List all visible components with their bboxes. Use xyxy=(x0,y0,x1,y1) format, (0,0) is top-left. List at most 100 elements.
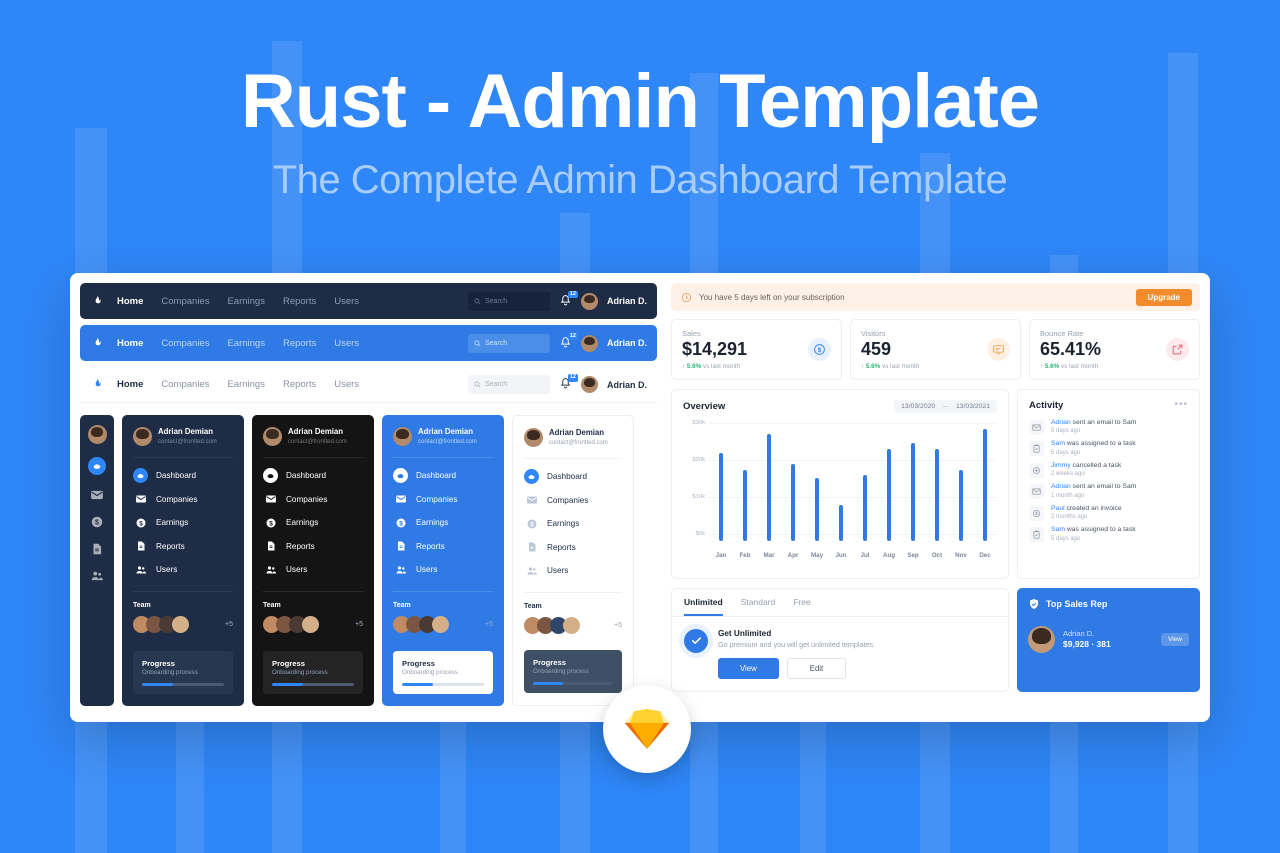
avatar[interactable] xyxy=(87,425,107,444)
users-icon[interactable] xyxy=(90,569,104,583)
divider xyxy=(524,592,622,593)
sidebar-item-earnings[interactable]: $ Earnings xyxy=(393,515,493,530)
more-horizontal-icon[interactable]: ••• xyxy=(1174,400,1188,410)
search-input[interactable]: Search xyxy=(467,291,550,311)
sidebar-item-reports[interactable]: Reports xyxy=(133,539,233,554)
team-avatars[interactable]: +5 xyxy=(393,616,493,633)
navbar-blue[interactable]: Home Companies Earnings Reports Users Se… xyxy=(80,325,657,361)
activity-item[interactable]: $ Paul created an invoice 2 months ago xyxy=(1029,505,1188,521)
sidebar-nav: Dashboard Companies $ Earnings Reports U… xyxy=(133,468,233,577)
sidebar-item-reports[interactable]: Reports xyxy=(524,540,622,555)
activity-item[interactable]: Adrian sent an email to Sam 1 month ago xyxy=(1029,483,1188,500)
users-icon xyxy=(263,562,278,577)
activity-item[interactable]: Sam was assigned to a task 5 days ago xyxy=(1029,526,1188,543)
navbar-right-blue: Search 12 Adrian D. xyxy=(467,332,647,353)
sidebar-item-earnings[interactable]: $ Earnings xyxy=(133,515,233,530)
sidebar-user[interactable]: Adrian Demian contact@frontted.com xyxy=(263,427,363,446)
activity-actor: Adrian xyxy=(1051,418,1071,426)
sidebar-item-companies[interactable]: Companies xyxy=(524,493,622,508)
mail-icon xyxy=(524,493,539,508)
notifications-button[interactable]: 12 xyxy=(559,374,578,392)
activity-item[interactable]: Sam was assigned to a task 5 days ago xyxy=(1029,440,1188,457)
notification-badge: 12 xyxy=(567,374,578,382)
tab-free[interactable]: Free xyxy=(793,597,810,616)
tab-unlimited[interactable]: Unlimited xyxy=(684,597,723,616)
nav-link-companies[interactable]: Companies xyxy=(161,379,209,390)
activity-actor: Sam xyxy=(1051,440,1065,448)
sidebar-icon-rail[interactable]: $ xyxy=(80,415,114,706)
nav-link-earnings[interactable]: Earnings xyxy=(227,296,265,307)
sidebar-item-companies[interactable]: Companies xyxy=(263,492,363,507)
navbar-dark[interactable]: Home Companies Earnings Reports Users Se… xyxy=(80,283,657,319)
nav-link-users[interactable]: Users xyxy=(334,338,359,349)
notifications-button[interactable]: 12 xyxy=(559,290,578,309)
sidebar-item-dashboard[interactable]: Dashboard xyxy=(133,468,233,483)
notifications-button[interactable]: 12 xyxy=(559,332,578,351)
nav-user-name[interactable]: Adrian D. xyxy=(607,296,647,306)
sidebar-item-companies[interactable]: Companies xyxy=(133,492,233,507)
rep-header: Top Sales Rep xyxy=(1028,598,1189,610)
sidebar-user[interactable]: Adrian Demian contact@frontted.com xyxy=(133,427,233,446)
sidebar-item-dashboard[interactable]: Dashboard xyxy=(263,468,363,483)
nav-user-name[interactable]: Adrian D. xyxy=(607,338,647,348)
upgrade-button[interactable]: Upgrade xyxy=(1135,288,1192,306)
sidebar-item-dashboard[interactable]: Dashboard xyxy=(393,468,493,483)
avatar[interactable] xyxy=(580,376,598,393)
edit-button[interactable]: Edit xyxy=(786,657,847,679)
nav-link-companies[interactable]: Companies xyxy=(161,338,209,349)
nav-link-users[interactable]: Users xyxy=(334,296,359,307)
activity-item[interactable]: Jimmy cancelled a task 2 weeks ago xyxy=(1029,462,1188,478)
bar-column xyxy=(781,423,805,541)
sidebar-user[interactable]: Adrian Demian contact@frontted.com xyxy=(524,428,622,447)
avatar[interactable] xyxy=(580,292,598,310)
team-avatars[interactable]: +5 xyxy=(524,617,622,634)
sidebar-item-companies[interactable]: Companies xyxy=(393,492,493,507)
sidebar-item-earnings[interactable]: $ Earnings xyxy=(524,516,622,531)
sidebar-item-dashboard[interactable]: Dashboard xyxy=(524,469,622,484)
dollar-icon[interactable]: $ xyxy=(90,515,104,529)
rep-view-button[interactable]: View xyxy=(1161,632,1189,646)
avatar[interactable] xyxy=(580,334,598,352)
nav-link-earnings[interactable]: Earnings xyxy=(227,379,265,390)
sidebar-item-earnings[interactable]: $ Earnings xyxy=(263,515,363,530)
team-avatars[interactable]: +5 xyxy=(133,616,233,633)
search-input[interactable]: Search xyxy=(467,333,550,353)
sidebar-item-users[interactable]: Users xyxy=(263,562,363,577)
tab-standard[interactable]: Standard xyxy=(741,597,776,616)
sidebar-item-reports[interactable]: Reports xyxy=(393,539,493,554)
view-button[interactable]: View xyxy=(718,657,779,679)
nav-link-reports[interactable]: Reports xyxy=(283,338,316,349)
sidebar-item-users[interactable]: Users xyxy=(393,562,493,577)
nav-link-earnings[interactable]: Earnings xyxy=(227,338,265,349)
navbar-light[interactable]: Home Companies Earnings Reports Users Se… xyxy=(80,367,657,403)
nav-user-name[interactable]: Adrian D. xyxy=(607,380,647,390)
chart-title: Overview xyxy=(683,400,726,412)
team-avatars[interactable]: +5 xyxy=(263,616,363,633)
sidebar-item-label: Dashboard xyxy=(156,471,197,480)
mail-icon[interactable] xyxy=(90,488,104,502)
sidebar-item-users[interactable]: Users xyxy=(524,563,622,578)
nav-link-users[interactable]: Users xyxy=(334,379,359,390)
nav-link-home[interactable]: Home xyxy=(117,338,143,349)
nav-link-companies[interactable]: Companies xyxy=(161,296,209,307)
sidebar-item-users[interactable]: Users xyxy=(133,562,233,577)
nav-links-dark: Home Companies Earnings Reports Users xyxy=(117,296,359,307)
rep-name: Adrian D. xyxy=(1063,629,1095,639)
sidebar-user[interactable]: Adrian Demian contact@frontted.com xyxy=(393,427,493,446)
search-input[interactable]: Search xyxy=(467,375,550,394)
stat-delta: ↑ 5.6% vs last month xyxy=(861,362,920,370)
sidebar-item-reports[interactable]: Reports xyxy=(263,539,363,554)
activity-item[interactable]: Adrian sent an email to Sam 5 days ago xyxy=(1029,419,1188,435)
team-label: Team xyxy=(524,603,542,610)
date-range-picker[interactable]: 13/03/2020 — 13/03/2021 xyxy=(894,399,997,413)
nav-link-home[interactable]: Home xyxy=(117,296,143,307)
nav-link-home[interactable]: Home xyxy=(117,379,143,390)
progress-subtitle: Onboarding process xyxy=(272,669,328,676)
rail-item-dashboard[interactable] xyxy=(88,457,106,475)
report-icon[interactable] xyxy=(90,542,104,556)
nav-link-reports[interactable]: Reports xyxy=(283,379,316,390)
sidebar-item-label: Companies xyxy=(547,495,589,505)
sidebar-item-label: Users xyxy=(416,565,438,574)
sidebar-item-label: Reports xyxy=(547,542,576,552)
nav-link-reports[interactable]: Reports xyxy=(283,296,316,307)
